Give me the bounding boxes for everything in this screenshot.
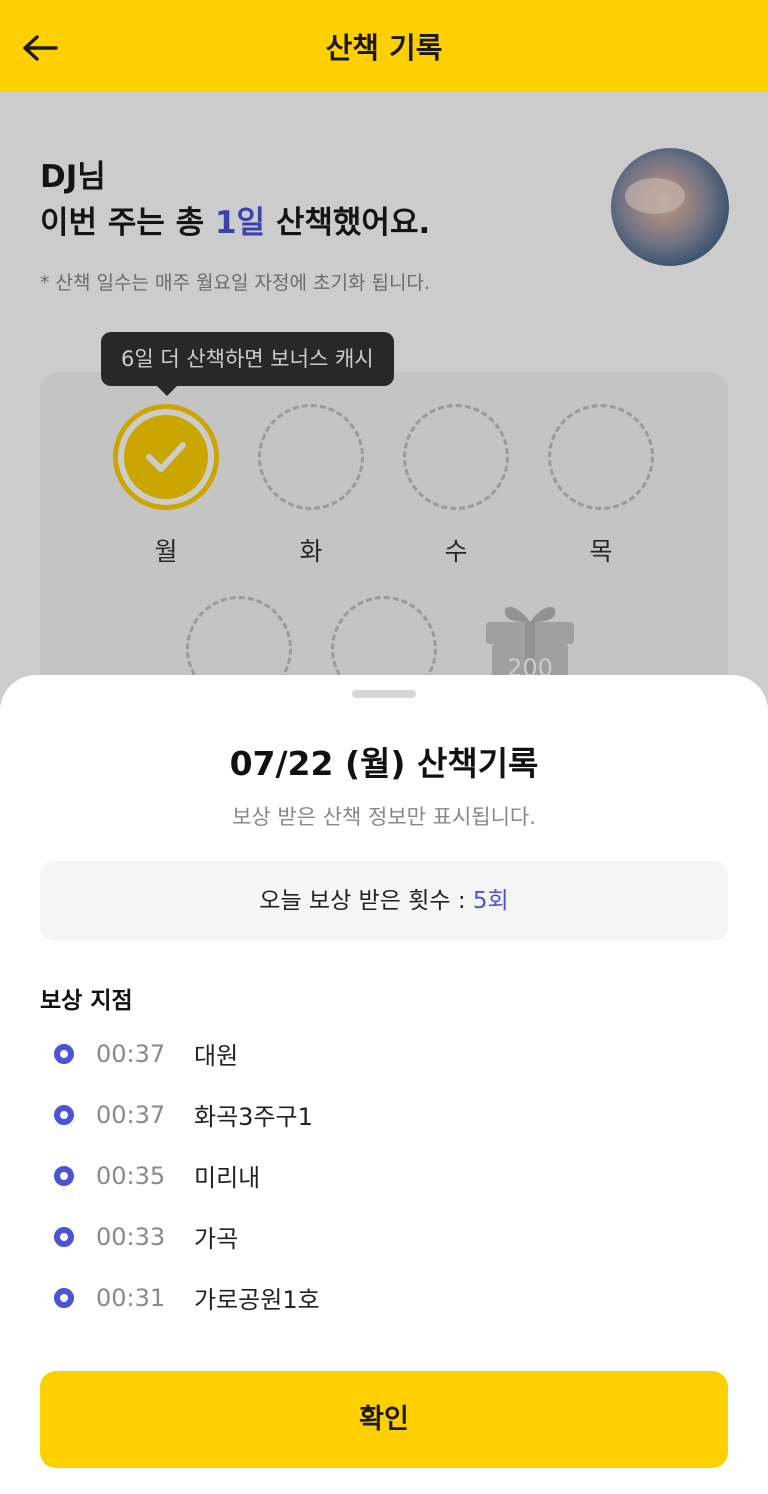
reward-count-label: 오늘 보상 받은 횟수 : (259, 888, 473, 914)
sheet-title: 07/22 (월) 산책기록 (229, 744, 539, 783)
reward-time: 00:33 (96, 1222, 166, 1251)
bullet-dot-icon (54, 1043, 74, 1064)
sheet-handle[interactable] (352, 690, 416, 698)
list-item: 00:37 대원 (54, 1023, 714, 1084)
sheet-subtitle: 보상 받은 산책 정보만 표시됩니다. (232, 805, 536, 829)
reward-time: 00:37 (96, 1039, 166, 1068)
app-header: 산책 기록 (0, 0, 768, 92)
reward-count-box: 오늘 보상 받은 횟수 : 5회 (40, 861, 728, 941)
reward-place: 가곡 (194, 1225, 239, 1253)
bullet-dot-icon (54, 1104, 74, 1125)
bullet-dot-icon (54, 1165, 74, 1186)
reward-points-title: 보상 지점 (40, 988, 133, 1014)
reward-place: 대원 (194, 1042, 239, 1070)
reward-time: 00:37 (96, 1100, 166, 1129)
confirm-button[interactable]: 확인 (40, 1371, 728, 1468)
walk-record-sheet: 07/22 (월) 산책기록 보상 받은 산책 정보만 표시됩니다. 오늘 보상… (0, 675, 768, 1494)
list-item: 00:31 가로공원1호 (54, 1267, 714, 1328)
reward-place: 가로공원1호 (194, 1286, 320, 1314)
reward-time: 00:35 (96, 1161, 166, 1190)
reward-place: 미리내 (194, 1164, 261, 1192)
reward-place: 화곡3주구1 (194, 1103, 313, 1131)
list-item: 00:37 화곡3주구1 (54, 1084, 714, 1145)
list-item: 00:33 가곡 (54, 1206, 714, 1267)
bullet-dot-icon (54, 1226, 74, 1247)
list-item: 00:35 미리내 (54, 1145, 714, 1206)
bullet-dot-icon (54, 1287, 74, 1308)
reward-time: 00:31 (96, 1283, 166, 1312)
page-title: 산책 기록 (325, 31, 443, 65)
reward-list: 00:37 대원 00:37 화곡3주구1 00:35 미리내 00:33 가곡… (54, 1023, 714, 1328)
reward-count-value: 5회 (472, 888, 509, 914)
